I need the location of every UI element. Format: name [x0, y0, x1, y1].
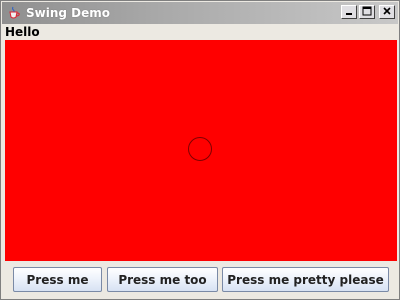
close-button[interactable]	[379, 5, 395, 19]
close-icon	[382, 6, 392, 19]
press-me-too-button[interactable]: Press me too	[107, 267, 218, 292]
press-me-pretty-please-button[interactable]: Press me pretty please	[222, 267, 389, 292]
title-bar[interactable]: Swing Demo	[2, 2, 398, 24]
minimize-button[interactable]	[341, 5, 357, 19]
hello-label: Hello	[5, 25, 40, 39]
maximize-icon	[362, 6, 372, 19]
window-title: Swing Demo	[26, 6, 110, 20]
button-bar: Press me Press me too Press me pretty pl…	[2, 263, 398, 297]
app-window: Swing Demo Hello Press me Press me too P…	[0, 0, 400, 300]
press-me-button[interactable]: Press me	[13, 267, 102, 292]
java-cup-icon[interactable]	[6, 5, 22, 21]
circle-shape	[188, 137, 212, 161]
drawing-canvas[interactable]	[5, 40, 397, 261]
minimize-icon	[344, 6, 354, 19]
window-controls	[341, 5, 395, 19]
maximize-button[interactable]	[359, 5, 375, 19]
